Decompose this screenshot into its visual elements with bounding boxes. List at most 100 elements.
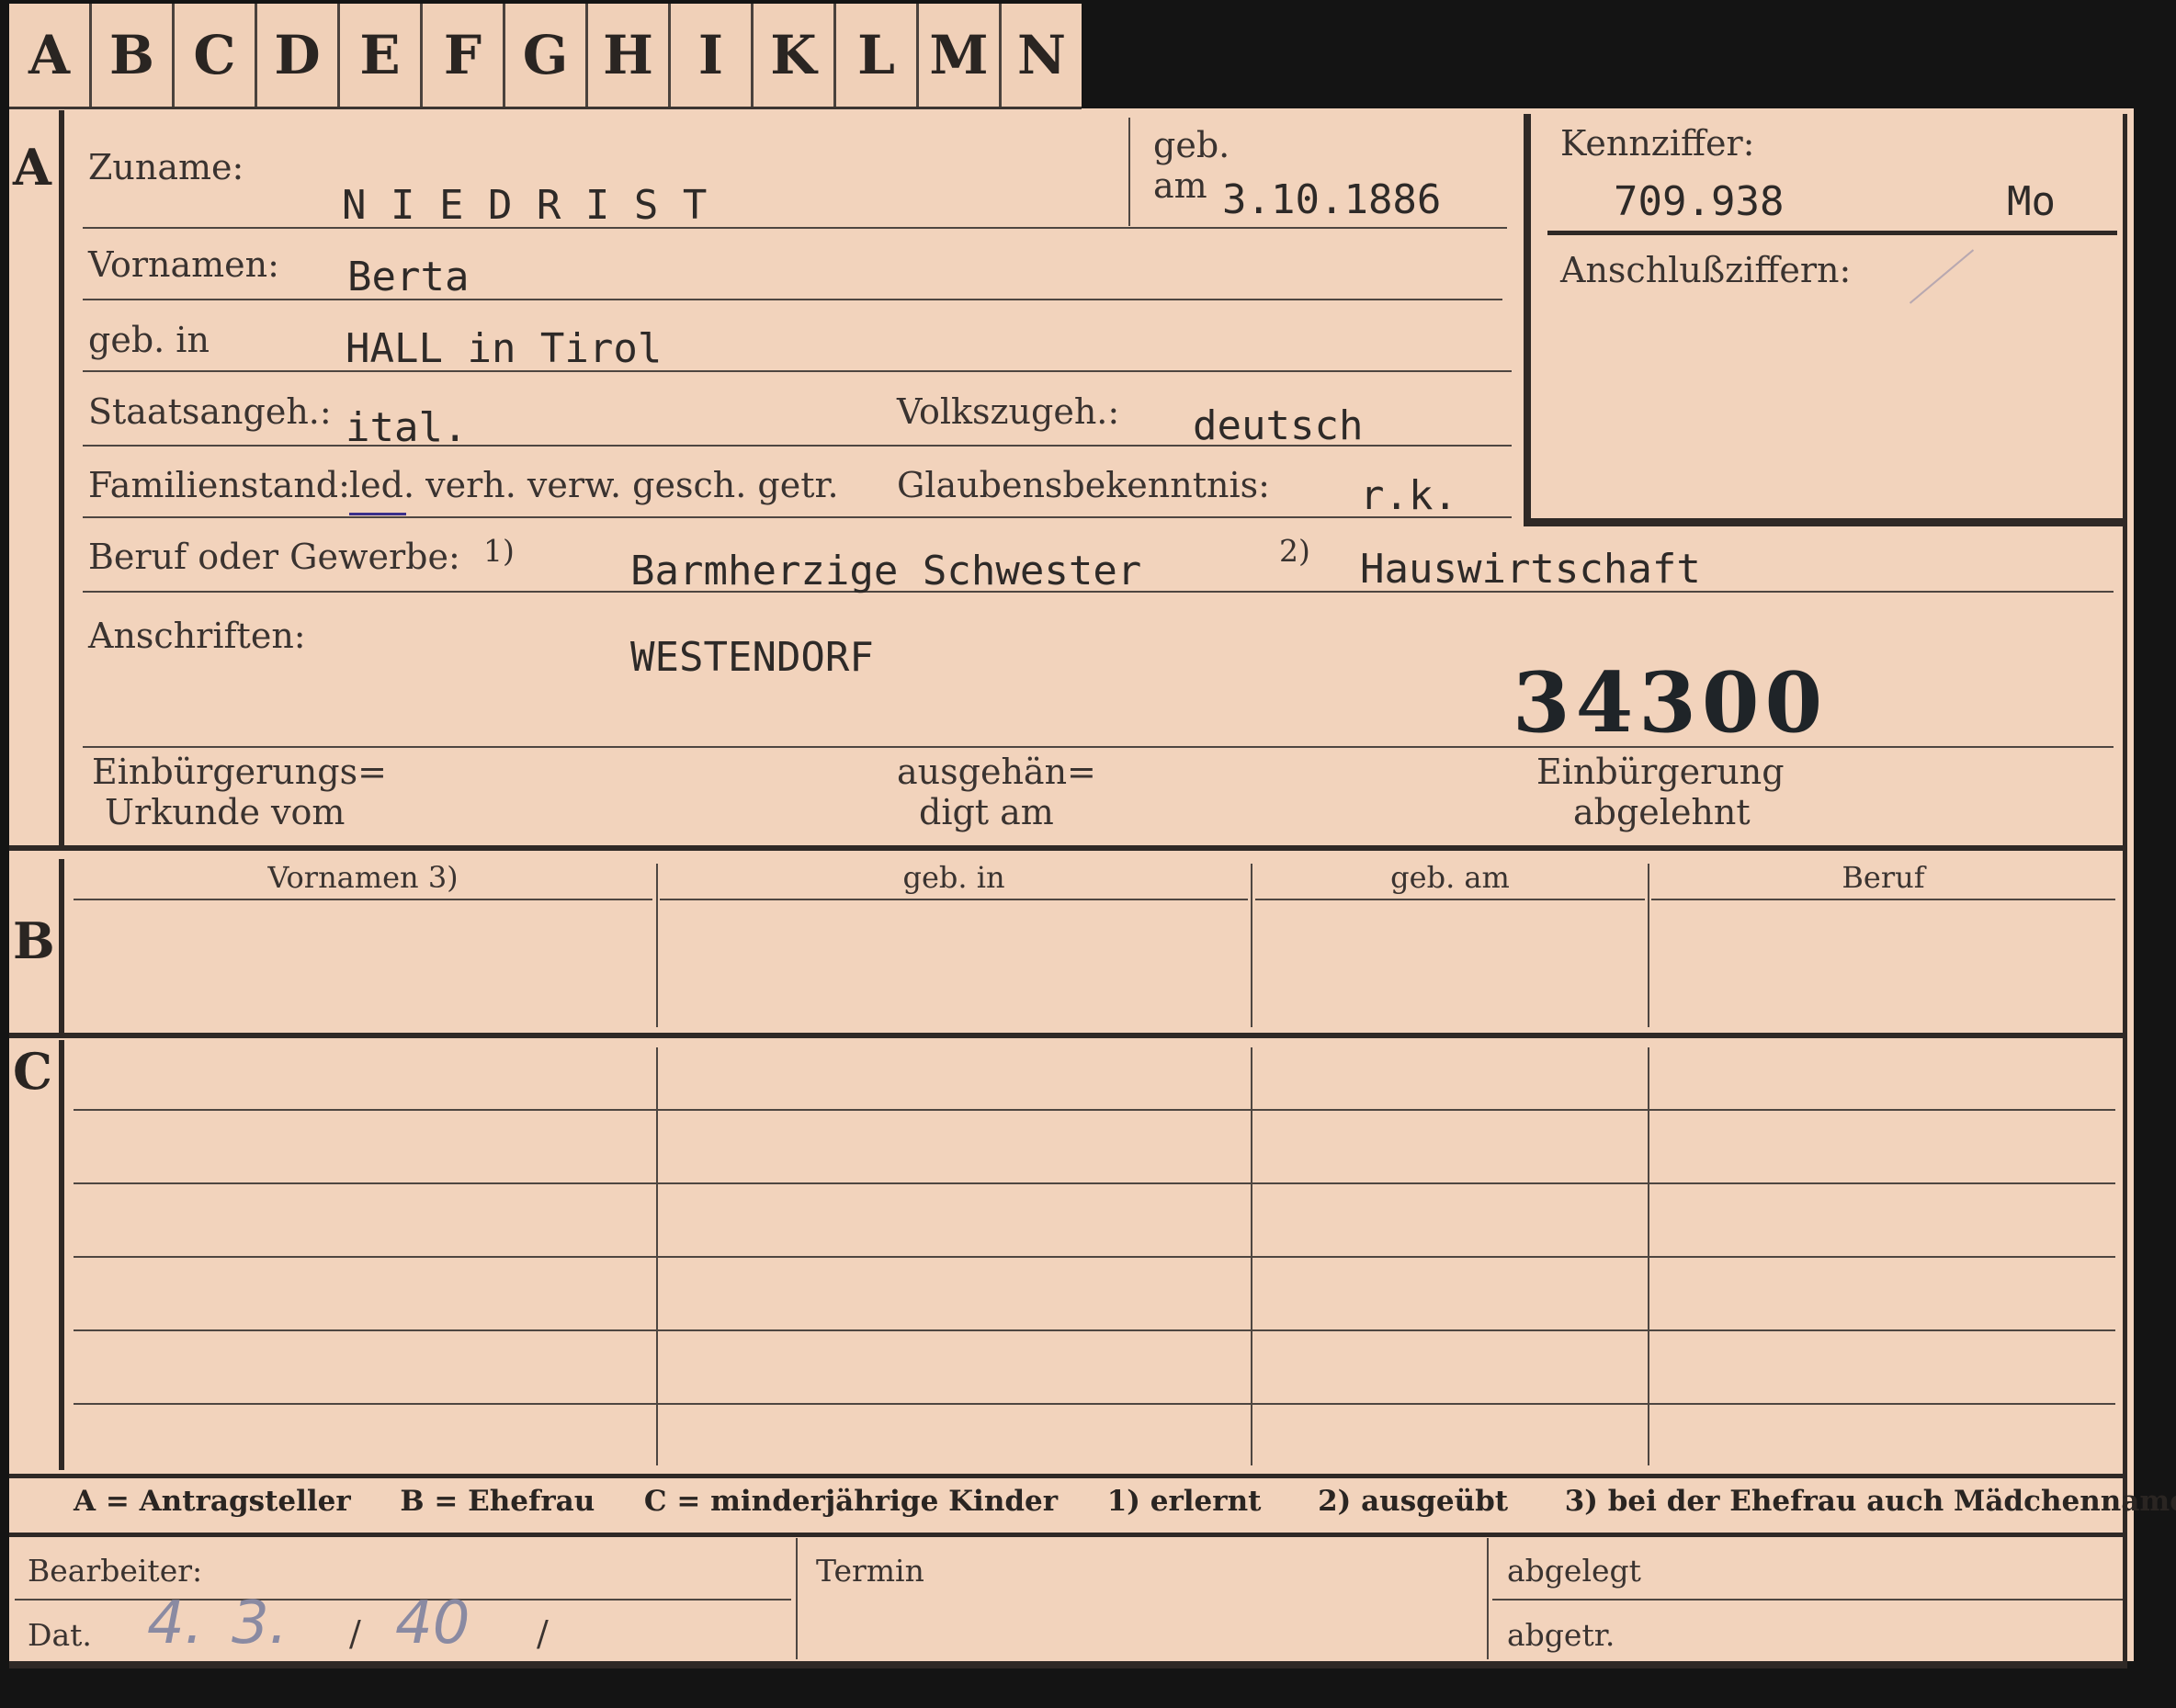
footer-div-2	[1487, 1538, 1489, 1659]
volkszugeh-value[interactable]: deutsch	[1193, 402, 1363, 449]
tab-c[interactable]: C	[175, 4, 257, 107]
line-geb-in	[83, 370, 1512, 372]
vornamen-value[interactable]: Berta	[347, 254, 469, 300]
tab-b[interactable]: B	[92, 4, 175, 107]
tab-n[interactable]: N	[1002, 4, 1082, 107]
ausgehaendigt-label-2: digt am	[919, 792, 1054, 832]
line-zuname	[83, 227, 1507, 229]
einbuergerung-abgelehnt-label-1: Einbürgerung	[1536, 752, 1785, 792]
familienstand-label: Familienstand:	[88, 465, 350, 505]
termin-label: Termin	[816, 1553, 924, 1589]
geb-am-value[interactable]: 3.10.1886	[1222, 176, 1441, 223]
tab-e[interactable]: E	[340, 4, 423, 107]
b-col-div-2	[1251, 864, 1252, 1027]
anschriften-value[interactable]: WESTENDORF	[630, 634, 874, 681]
b-col-div-1	[656, 864, 658, 1027]
glaubensbekenntnis-label: Glaubensbekenntnis:	[897, 465, 1270, 505]
section-a-rule	[59, 110, 64, 845]
legend-c: C = minderjährige Kinder	[643, 1485, 1059, 1518]
dat-separator-1: /	[349, 1613, 361, 1654]
b-header-line-1	[74, 899, 652, 900]
einbuergerung-urkunde-label-1: Einbürgerungs=	[92, 752, 387, 792]
tab-d[interactable]: D	[257, 4, 340, 107]
stamp-number: 34300	[1513, 654, 1829, 752]
tab-i[interactable]: I	[671, 4, 754, 107]
kennziffer-suffix[interactable]: Mo	[2007, 178, 2056, 225]
legend-note-2: 2) ausgeübt	[1318, 1485, 1509, 1518]
anschriften-label: Anschriften:	[88, 616, 306, 656]
separator-a-b	[9, 845, 2127, 851]
abgelegt-label: abgelegt	[1507, 1553, 1641, 1589]
beruf-value-2[interactable]: Hauswirtschaft	[1360, 546, 1701, 593]
b-col-geb-am: geb. am	[1390, 860, 1510, 895]
line-vornamen	[83, 299, 1502, 300]
b-header-line-4	[1651, 899, 2115, 900]
beruf-value-1[interactable]: Barmherzige Schwester	[630, 548, 1141, 594]
footer-div-1	[796, 1538, 798, 1659]
tab-l[interactable]: L	[836, 4, 919, 107]
einbuergerung-abgelehnt-label-2: abgelehnt	[1573, 792, 1751, 832]
volkszugeh-label: Volkszugeh.:	[897, 391, 1120, 432]
tab-k[interactable]: K	[754, 4, 836, 107]
separator-b-c	[9, 1033, 2127, 1038]
section-c-rule	[59, 1040, 64, 1470]
familienstand-selection-mark	[349, 513, 406, 515]
card-right-edge	[2123, 114, 2127, 1667]
dat-label: Dat.	[28, 1617, 92, 1653]
kennziffer-box-left	[1524, 114, 1531, 526]
section-b-marker: B	[13, 911, 55, 970]
section-c-marker: C	[13, 1042, 52, 1101]
anschlussziffern-label: Anschlußziffern:	[1560, 250, 1852, 290]
zuname-label: Zuname:	[88, 147, 244, 187]
staatsangeh-value[interactable]: ital.	[346, 404, 467, 451]
c-row-line-4	[74, 1329, 2115, 1331]
staatsangeh-label: Staatsangeh.:	[88, 391, 332, 432]
legend-a: A = Antragsteller	[74, 1485, 351, 1518]
beruf-label: Beruf oder Gewerbe:	[88, 537, 460, 577]
dat-year[interactable]: 40	[395, 1589, 470, 1657]
b-col-beruf: Beruf	[1842, 860, 1925, 895]
kennziffer-underline	[1547, 231, 2117, 235]
b-col-geb-in: geb. in	[902, 860, 1005, 895]
b-header-line-2	[660, 899, 1248, 900]
kennziffer-label: Kennziffer:	[1560, 123, 1755, 164]
familienstand-options[interactable]: led. verh. verw. gesch. getr.	[349, 465, 839, 505]
tab-f[interactable]: F	[423, 4, 505, 107]
einbuergerung-urkunde-label-2: Urkunde vom	[105, 792, 346, 832]
tab-m[interactable]: M	[919, 4, 1002, 107]
ausgehaendigt-label-1: ausgehän=	[897, 752, 1096, 792]
footnote-2-marker: 2)	[1279, 533, 1310, 569]
am-label: am	[1153, 165, 1207, 206]
b-col-vornamen: Vornamen 3)	[267, 860, 459, 895]
legend-note-1: 1) erlernt	[1106, 1485, 1262, 1518]
legend-row: A = Antragsteller B = Ehefrau C = minder…	[74, 1485, 2176, 1518]
dat-month[interactable]: 3.	[232, 1589, 288, 1657]
b-header-line-3	[1255, 899, 1645, 900]
tab-a[interactable]: A	[9, 4, 92, 107]
footer-abgelegt-line	[1492, 1599, 2126, 1601]
kennziffer-value[interactable]: 709.938	[1614, 178, 1784, 225]
card-bottom-edge	[9, 1661, 2127, 1668]
c-row-line-5	[74, 1403, 2115, 1405]
vornamen-label: Vornamen:	[88, 244, 279, 285]
separator-c-legend	[9, 1474, 2127, 1478]
glaubensbekenntnis-value[interactable]: r.k.	[1360, 472, 1457, 519]
geb-in-value[interactable]: HALL in Tirol	[346, 325, 662, 372]
geb-label: geb.	[1153, 125, 1230, 165]
b-col-div-3	[1648, 864, 1649, 1027]
divider-geb	[1128, 118, 1130, 226]
c-row-line-3	[74, 1256, 2115, 1258]
alphabet-tabs: A B C D E F G H I K L M N	[9, 4, 1082, 109]
dat-day[interactable]: 4.	[147, 1589, 203, 1657]
tab-h[interactable]: H	[588, 4, 671, 107]
footnote-1-marker: 1)	[483, 533, 515, 569]
separator-legend-footer	[9, 1533, 2127, 1537]
c-row-line-2	[74, 1182, 2115, 1184]
section-a-marker: A	[13, 138, 51, 197]
kennziffer-box-bottom	[1524, 518, 2126, 526]
legend-b: B = Ehefrau	[400, 1485, 595, 1518]
abgetr-label: abgetr.	[1507, 1617, 1615, 1653]
zuname-value[interactable]: N I E D R I S T	[342, 182, 707, 229]
line-familie	[83, 516, 1512, 518]
tab-g[interactable]: G	[505, 4, 588, 107]
